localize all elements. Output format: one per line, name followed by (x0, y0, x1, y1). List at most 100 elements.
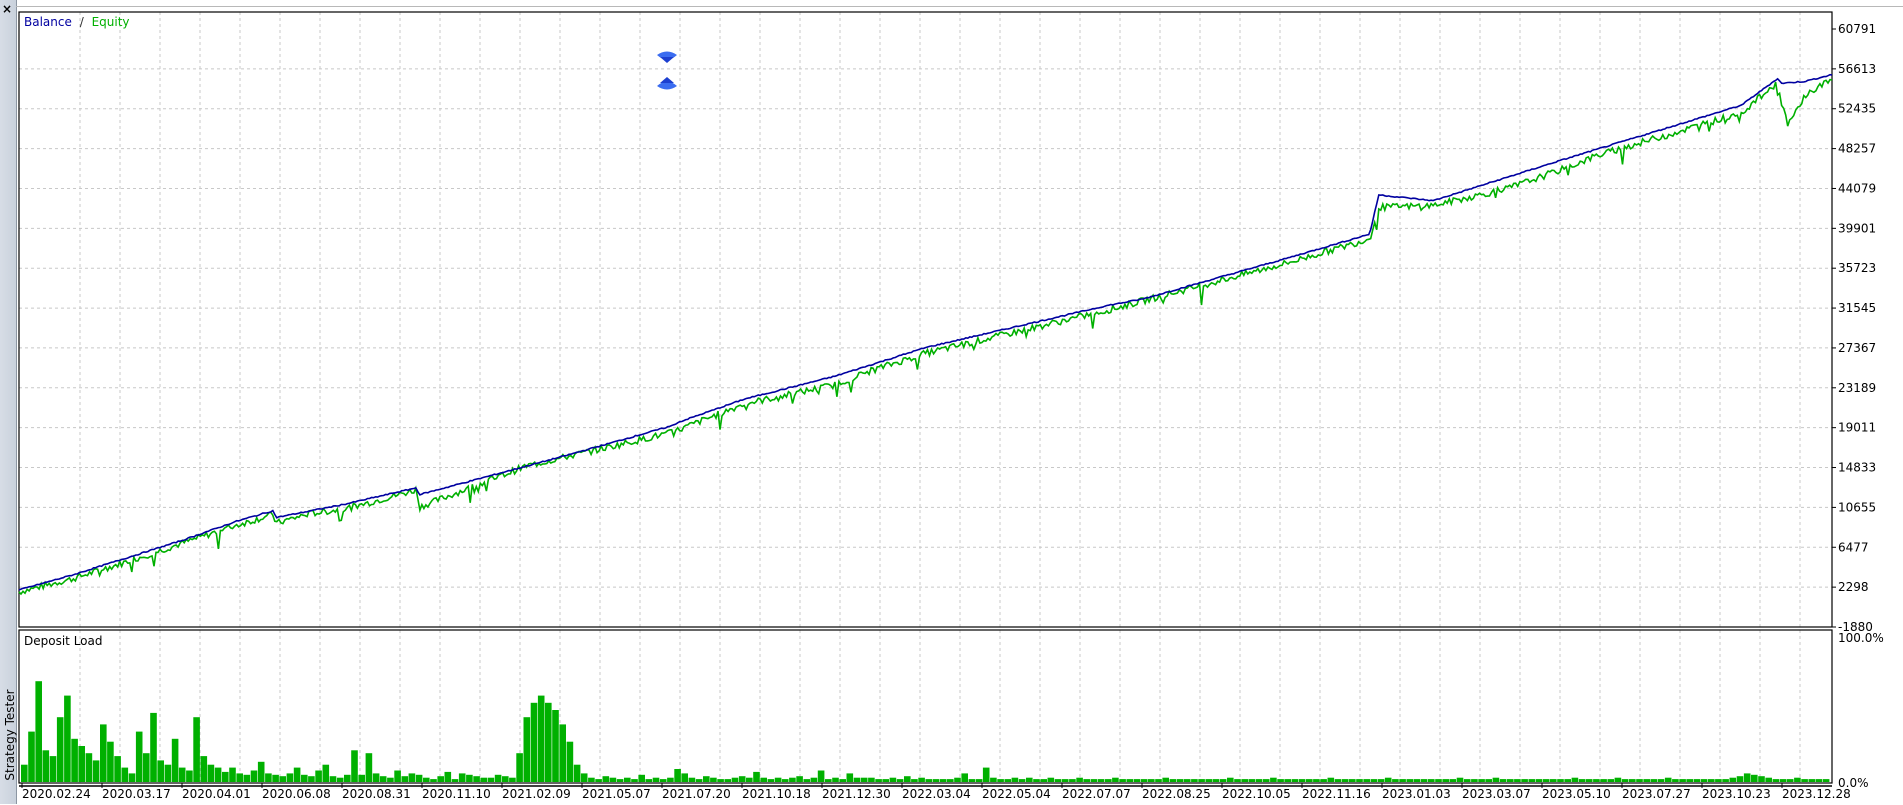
y-tick-label: 2298 (1838, 580, 1869, 594)
deposit-load-bar (1392, 779, 1399, 782)
deposit-load-bar (1420, 779, 1428, 782)
x-tick-label: 2020.11.10 (422, 787, 491, 801)
deposit-load-bar (1227, 777, 1234, 782)
deposit-load-bar (207, 764, 215, 782)
deposit-load-bar (1629, 779, 1636, 782)
deposit-load-bar (250, 770, 258, 782)
deposit-load-bar (1198, 779, 1205, 782)
deposit-load-bar (257, 761, 265, 782)
deposit-load-bar (566, 741, 574, 782)
y-tick-label: 44079 (1838, 181, 1876, 195)
deposit-load-bar (659, 779, 667, 782)
deposit-load-bar (1664, 777, 1672, 782)
y-tick-label: 23189 (1838, 381, 1876, 395)
deposit-load-bar (308, 776, 315, 782)
deposit-load-bar (1162, 777, 1169, 782)
deposit-load-bar (796, 776, 803, 782)
x-tick-label: 2020.03.17 (102, 787, 171, 801)
deposit-load-bar (868, 777, 875, 782)
deposit-load-bar (1729, 777, 1737, 782)
deposit-load-bar (516, 753, 523, 782)
deposit-load-bar (1105, 779, 1112, 782)
deposit-load-bar (997, 779, 1004, 782)
deposit-load-bar (1026, 777, 1033, 782)
deposit-load-bar (214, 767, 222, 782)
deposit-load-bar (1112, 777, 1119, 782)
trade-signal-marker-bottom[interactable] (657, 77, 677, 90)
deposit-load-bar (896, 779, 904, 782)
y-tick-label: 60791 (1838, 22, 1876, 36)
deposit-load-bar (846, 773, 854, 782)
deposit-load-bar (545, 702, 552, 782)
deposit-load-bar (781, 779, 789, 782)
deposit-load-bar (487, 777, 495, 782)
x-tick-label: 2022.11.16 (1302, 787, 1371, 801)
deposit-load-bar (832, 777, 839, 782)
legend-separator: / (80, 15, 85, 29)
deposit-load-bar (1313, 779, 1320, 782)
y-tick-label: 10655 (1838, 500, 1876, 514)
deposit-load-bar (559, 724, 566, 782)
trade-signal-marker-top[interactable] (657, 51, 677, 64)
deposit-load-bar (178, 767, 186, 782)
deposit-load-bar (1234, 779, 1241, 782)
deposit-load-bar (236, 773, 243, 782)
deposit-load-bar (1097, 779, 1105, 782)
deposit-load-axis-labels: 100.0% 0.0% (1838, 631, 1884, 790)
deposit-load-bar (1298, 779, 1306, 782)
deposit-load-bar (803, 779, 811, 782)
deposit-load-bar (21, 764, 28, 782)
deposit-load-bar (774, 777, 782, 782)
deposit-load-bar (1643, 779, 1650, 782)
deposit-load-bar (975, 779, 983, 782)
deposit-load-bar (1183, 779, 1191, 782)
deposit-load-bar (710, 777, 717, 782)
deposit-load-bar (387, 777, 394, 782)
deposit-load-bar (42, 750, 50, 782)
deposit-load-bar (925, 779, 933, 782)
deposit-load-bar (458, 773, 466, 782)
deposit-load-bar (1061, 779, 1069, 782)
deposit-load-bar (961, 773, 968, 782)
deposit-load-bar (1521, 779, 1528, 782)
deposit-load-bar (990, 777, 997, 782)
deposit-load-bar (939, 779, 947, 782)
deposit-load-bar (1822, 779, 1830, 782)
deposit-load-bar (100, 724, 107, 782)
deposit-load-bar (1614, 777, 1622, 782)
deposit-load-bar (437, 776, 444, 782)
deposit-load-bar (1478, 779, 1485, 782)
deposit-load-bar (1507, 779, 1514, 782)
deposit-load-bar (35, 681, 42, 782)
deposit-load-bar (1772, 779, 1780, 782)
deposit-load-bar (602, 776, 610, 782)
x-tick-label: 2021.12.30 (822, 787, 891, 801)
deposit-load-bar (1119, 779, 1126, 782)
deposit-load-bar (1607, 779, 1615, 782)
y-tick-label: 6477 (1838, 540, 1869, 554)
deposit-load-bar (624, 777, 631, 782)
deposit-load-bar (1090, 779, 1098, 782)
deposit-load-bar (1241, 779, 1248, 782)
deposit-load-bar (64, 695, 71, 782)
deposit-load-bar (480, 777, 487, 782)
deposit-load-bar (301, 774, 308, 782)
deposit-load-bar (56, 717, 64, 782)
deposit-load-bar (954, 777, 961, 782)
deposit-load-bar (1262, 779, 1270, 782)
legend-equity: Equity (92, 15, 130, 29)
deposit-load-bar (430, 779, 437, 782)
deposit-load-bar (1557, 779, 1564, 782)
deposit-load-bar (1600, 779, 1607, 782)
deposit-load-bar (1148, 779, 1155, 782)
deposit-load-bar (616, 779, 624, 782)
deposit-load-bar (71, 738, 78, 782)
main-chart-grid (19, 12, 1832, 627)
deposit-load-bar (731, 777, 739, 782)
deposit-load-bar (143, 753, 150, 782)
deposit-load-bar (552, 710, 559, 782)
deposit-load-bar (573, 764, 581, 782)
deposit-load-bar (810, 777, 818, 782)
deposit-load-bar (1715, 779, 1722, 782)
deposit-load-bar (1047, 777, 1055, 782)
